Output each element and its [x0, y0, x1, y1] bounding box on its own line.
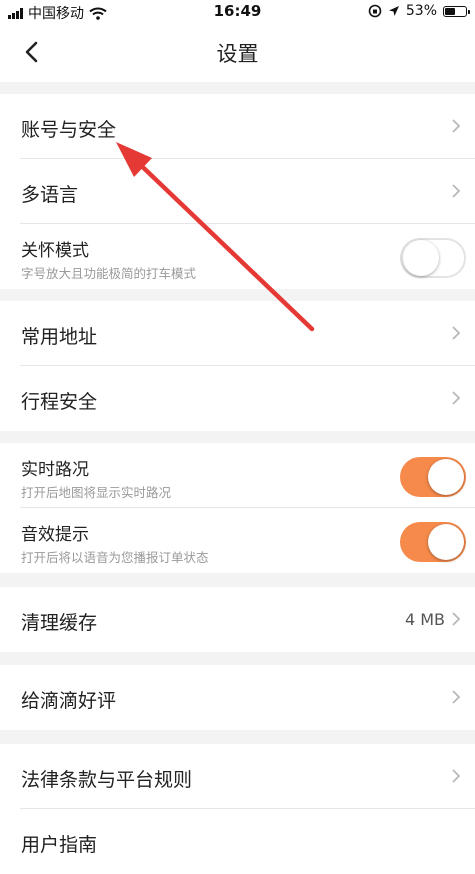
care-mode-toggle[interactable] [400, 238, 466, 278]
cache-size: 4 MB [404, 610, 445, 629]
row-subtitle: 字号放大且功能极简的打车模式 [21, 266, 197, 281]
chevron-right-icon [452, 391, 461, 405]
row-language[interactable]: 多语言 [0, 159, 475, 224]
row-care-mode: 关怀模式 字号放大且功能极简的打车模式 [0, 224, 475, 289]
battery-percent: 53% [405, 3, 437, 19]
chevron-right-icon [452, 769, 461, 783]
row-trip-safety[interactable]: 行程安全 [0, 366, 475, 431]
row-legal-terms[interactable]: 法律条款与平台规则 [0, 744, 475, 809]
settings-group-rate: 给滴滴好评 [0, 665, 475, 730]
row-label: 实时路况 [21, 460, 89, 480]
sound-alert-toggle[interactable] [400, 522, 466, 562]
row-label: 账号与安全 [21, 119, 117, 141]
row-label: 用户指南 [21, 834, 98, 856]
status-bar: 中国移动 16:49 53% [0, 0, 475, 22]
settings-group-account: 账号与安全 多语言 关怀模式 字号放大且功能极简的打车模式 [0, 94, 475, 289]
page-title: 设置 [216, 42, 259, 66]
row-label: 多语言 [21, 184, 79, 206]
row-clear-cache[interactable]: 清理缓存 4 MB [0, 587, 475, 652]
live-traffic-toggle[interactable] [400, 457, 466, 497]
row-subtitle: 打开后地图将显示实时路况 [21, 485, 172, 500]
row-label: 音效提示 [21, 525, 89, 545]
row-label: 给滴滴好评 [21, 690, 117, 712]
row-label: 常用地址 [21, 326, 98, 348]
row-rate-app[interactable]: 给滴滴好评 [0, 665, 475, 730]
status-right: 53% [368, 3, 470, 19]
settings-group-address: 常用地址 行程安全 [0, 301, 475, 431]
settings-group-map: 实时路况 打开后地图将显示实时路况 音效提示 打开后将以语音为您播报订单状态 [0, 443, 475, 573]
row-label: 关怀模式 [21, 241, 89, 261]
chevron-right-icon [452, 184, 461, 198]
nav-bar: 设置 [0, 22, 475, 82]
row-user-guide[interactable]: 用户指南 [0, 809, 475, 874]
orientation-lock-icon [368, 4, 382, 18]
row-subtitle: 打开后将以语音为您播报订单状态 [21, 550, 209, 565]
settings-group-cache: 清理缓存 4 MB [0, 587, 475, 652]
location-icon [388, 6, 399, 16]
row-sound-alert: 音效提示 打开后将以语音为您播报订单状态 [0, 508, 475, 573]
row-account-security[interactable]: 账号与安全 [0, 94, 475, 159]
row-label: 行程安全 [21, 391, 98, 413]
chevron-right-icon [452, 690, 461, 704]
battery-icon [443, 5, 470, 17]
chevron-right-icon [452, 326, 461, 340]
chevron-right-icon [452, 119, 461, 133]
settings-group-legal: 法律条款与平台规则 用户指南 [0, 744, 475, 874]
chevron-right-icon [452, 612, 461, 626]
row-label: 清理缓存 [21, 612, 98, 634]
row-live-traffic: 实时路况 打开后地图将显示实时路况 [0, 443, 475, 508]
row-frequent-address[interactable]: 常用地址 [0, 301, 475, 366]
row-label: 法律条款与平台规则 [21, 769, 193, 791]
